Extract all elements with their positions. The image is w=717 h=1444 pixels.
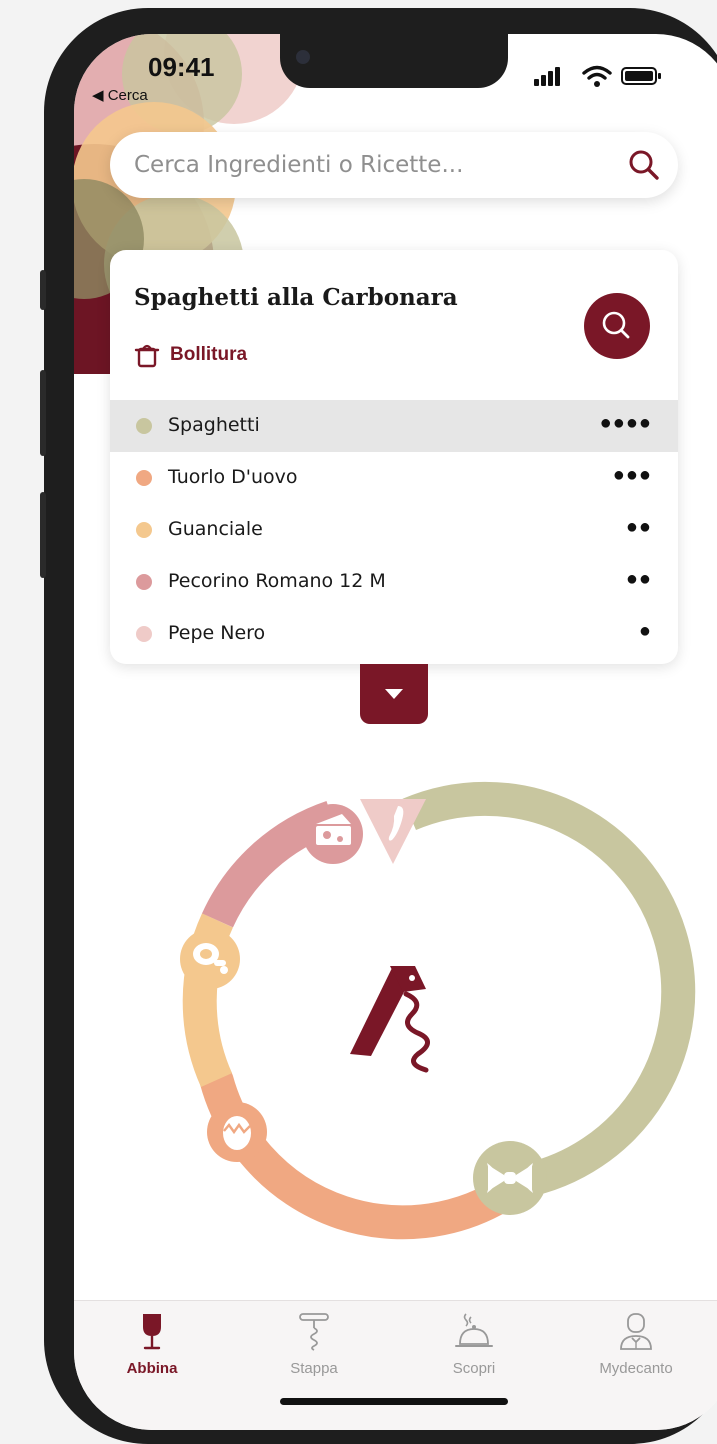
ingredient-wheel [180, 781, 696, 1240]
tab-stappa-label: Stappa [290, 1360, 338, 1377]
cracked-egg-icon [223, 1116, 251, 1150]
mute-switch [40, 270, 46, 310]
egg-badge [207, 1102, 267, 1162]
home-indicator [280, 1398, 508, 1405]
guanciale-badge [180, 929, 240, 989]
volume-down-button [40, 492, 46, 578]
wine-glass-icon [143, 1314, 161, 1350]
wheel-ring [182, 781, 696, 1240]
volume-up-button [40, 370, 46, 456]
tab-scopri-label: Scopri [452, 1360, 496, 1377]
pasta-badge [473, 1141, 547, 1215]
tab-scopri[interactable]: Scopri [404, 1311, 544, 1377]
cheese-badge [303, 804, 363, 864]
tab-abbina-label: Abbina [126, 1360, 178, 1377]
tab-mydecanto[interactable]: Mydecanto [566, 1311, 706, 1377]
pepper-segment-marker [360, 799, 426, 864]
tab-stappa[interactable]: Stappa [244, 1311, 384, 1377]
app-screen: 09:41 ◀ Cerca Cerca Ingredienti o Ricett… [74, 34, 717, 1430]
cloche-icon [455, 1313, 493, 1347]
corkscrew-logo-icon [350, 966, 430, 1073]
bottom-tab-bar: Abbina Stappa Scopri Mydecanto [74, 1300, 717, 1430]
corkscrew-icon [299, 1313, 329, 1351]
tab-abbina[interactable]: Abbina [82, 1311, 222, 1377]
waiter-icon [620, 1313, 652, 1350]
tab-mydecanto-label: Mydecanto [599, 1360, 673, 1377]
